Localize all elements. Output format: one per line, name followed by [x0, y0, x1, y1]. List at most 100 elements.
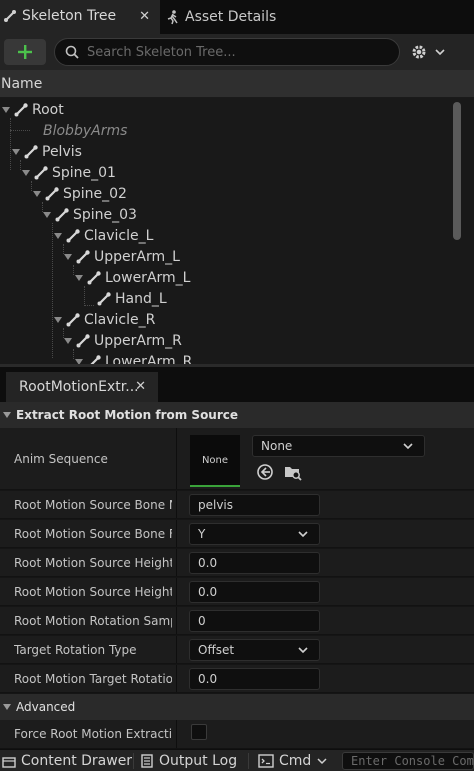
expand-arrow-icon[interactable] [63, 336, 73, 346]
list-item[interactable]: LowerArm_L [74, 267, 190, 288]
expand-arrow-icon[interactable] [21, 168, 31, 178]
tree-scrollbar[interactable] [453, 102, 461, 240]
tree-column-header[interactable]: Name [0, 70, 474, 98]
tree-item-label: Pelvis [42, 143, 82, 160]
tree-item-label: LowerArm_L [105, 269, 191, 286]
section-extract-root-motion[interactable]: Extract Root Motion from Source [0, 402, 474, 428]
prop-source-height-1: Root Motion Source Height a... 0.0 [0, 549, 474, 577]
list-item[interactable]: Root [1, 99, 64, 120]
prop-source-bone-name: Root Motion Source Bone Na... pelvis [0, 491, 474, 519]
height-field-1[interactable]: 0.0 [189, 552, 320, 574]
content-drawer-button[interactable]: Content Drawer [2, 750, 132, 771]
tree-item-label: UpperArm_R [94, 332, 182, 349]
tab-root-motion-extractor[interactable]: RootMotionExtr... ✕ [6, 372, 158, 402]
chevron-down-icon [435, 49, 445, 56]
bone-icon [76, 249, 90, 263]
list-item[interactable]: UpperArm_L [63, 246, 180, 267]
bone-name-field[interactable]: pelvis [189, 494, 320, 516]
output-log-icon [141, 754, 153, 768]
prop-target-rotation: Root Motion Target Rotation... 0.0 [0, 665, 474, 693]
close-icon[interactable]: ✕ [139, 9, 150, 24]
list-item[interactable]: Spine_01 [21, 162, 116, 183]
list-item[interactable]: Clavicle_R [53, 309, 155, 330]
cmd-button[interactable]: Cmd [258, 750, 327, 771]
force-root-motion-checkbox[interactable] [191, 724, 207, 740]
settings-button[interactable] [410, 41, 450, 63]
column-header-name: Name [1, 75, 43, 92]
gear-icon [412, 45, 426, 59]
tree-item-label: Root [32, 101, 64, 118]
tab-skeleton-tree[interactable]: Skeleton Tree ✕ [0, 0, 160, 34]
prop-rotation-sampling: Root Motion Rotation Sampli... 0 [0, 607, 474, 635]
prop-label: Force Root Motion Extraction [14, 727, 172, 741]
section-title: Advanced [16, 700, 76, 714]
bone-forward-combo[interactable]: Y [189, 523, 320, 545]
expand-arrow-icon[interactable] [11, 147, 21, 157]
skeleton-tree-toolbar [0, 34, 474, 70]
expand-arrow-icon[interactable] [74, 357, 84, 365]
tree-item-label: Spine_03 [73, 206, 137, 223]
thumbnail-text: None [201, 454, 229, 466]
expand-arrow-icon[interactable] [42, 210, 52, 220]
list-item[interactable]: UpperArm_R [63, 330, 182, 351]
asset-picker-combo[interactable]: None [252, 435, 425, 457]
height-field-2[interactable]: 0.0 [189, 581, 320, 603]
prop-anim-sequence: Anim Sequence None None [0, 428, 474, 490]
tree-item-label: UpperArm_L [94, 248, 180, 265]
list-item[interactable]: Spine_03 [42, 204, 137, 225]
tree-item-label: Spine_02 [63, 185, 127, 202]
prop-target-rotation-type: Target Rotation Type Offset [0, 636, 474, 664]
list-item[interactable]: BlobbyArms [25, 120, 127, 141]
prop-label: Anim Sequence [14, 451, 108, 466]
expand-arrow-icon[interactable] [53, 315, 63, 325]
bone-icon [89, 354, 101, 364]
list-item[interactable]: Spine_02 [32, 183, 127, 204]
expand-arrow-icon[interactable] [32, 189, 42, 199]
prop-force-root-motion: Force Root Motion Extraction [0, 720, 474, 749]
list-item[interactable]: Clavicle_L [53, 225, 153, 246]
prop-label: Root Motion Target Rotation... [14, 671, 172, 686]
close-icon[interactable]: ✕ [135, 379, 146, 394]
details-tab-bar: RootMotionExtr... ✕ [0, 364, 474, 402]
list-item[interactable]: Hand_L [96, 288, 167, 309]
skeleton-tree: Root BlobbyArms Pelvis Spine_01 Spine_02… [0, 98, 474, 364]
list-item[interactable]: LowerArm_R [74, 351, 192, 364]
cmd-label: Cmd [279, 753, 312, 769]
prop-source-height-2: Root Motion Source Height a... 0.0 [0, 578, 474, 606]
expand-arrow-icon[interactable] [74, 273, 84, 283]
search-icon [65, 45, 79, 59]
rotation-sampling-field[interactable]: 0 [189, 610, 320, 632]
target-rotation-type-combo[interactable]: Offset [189, 639, 320, 661]
bone-icon [14, 102, 28, 116]
search-box [54, 38, 400, 66]
chevron-down-icon [298, 531, 308, 538]
browse-folder-icon[interactable] [283, 462, 303, 482]
bone-icon [66, 228, 80, 242]
tab-asset-details[interactable]: Asset Details [163, 0, 293, 34]
target-rotation-field[interactable]: 0.0 [189, 668, 320, 690]
prop-label: Root Motion Source Bone Na... [14, 497, 172, 512]
tree-item-label: Spine_01 [52, 164, 116, 181]
prop-label: Root Motion Source Height a... [14, 584, 172, 599]
expand-arrow-icon[interactable] [1, 105, 11, 115]
output-log-button[interactable]: Output Log [140, 750, 237, 771]
top-tab-bar: Skeleton Tree ✕ Asset Details [0, 0, 474, 34]
search-input[interactable] [87, 44, 387, 60]
asset-picker-value: None [261, 439, 293, 453]
section-advanced[interactable]: Advanced [0, 694, 474, 720]
chevron-down-icon [298, 647, 308, 654]
tree-item-label: Clavicle_R [84, 311, 156, 328]
add-button[interactable] [4, 39, 46, 65]
tree-item-label: BlobbyArms [43, 122, 128, 139]
expand-arrow-icon[interactable] [53, 231, 63, 241]
console-input[interactable] [351, 754, 474, 768]
asset-thumbnail[interactable]: None [190, 435, 240, 487]
use-selected-asset-icon[interactable] [256, 463, 274, 481]
terminal-icon [258, 754, 274, 768]
expand-arrow-icon[interactable] [63, 252, 73, 262]
section-title: Extract Root Motion from Source [16, 408, 239, 422]
prop-label: Target Rotation Type [14, 642, 137, 657]
list-item[interactable]: Pelvis [11, 141, 82, 162]
prop-source-bone-forward: Root Motion Source Bone Fo... Y [0, 520, 474, 548]
bone-icon [34, 165, 48, 179]
